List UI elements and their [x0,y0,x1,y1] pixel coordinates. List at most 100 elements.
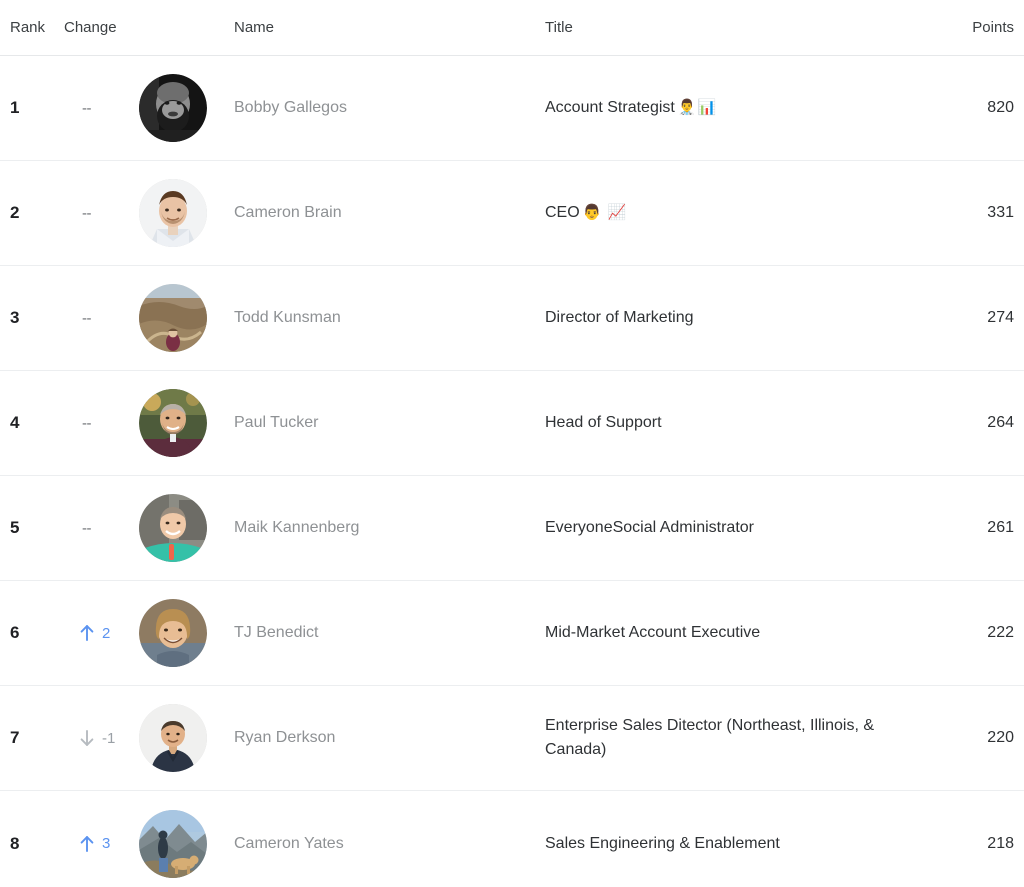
user-title: Head of Support [545,411,894,435]
column-header-change-label: Change [64,19,117,36]
rank-value: 5 [10,518,20,537]
arrow-up-glyph [80,625,94,641]
name-cell[interactable]: Cameron Brain [234,204,545,222]
rank-cell: 1 [0,98,64,118]
change-value: 2 [102,624,111,642]
avatar-cell[interactable] [138,704,234,772]
column-header-name[interactable]: Name [234,19,545,36]
avatar-cameron-brain[interactable] [139,179,207,247]
table-row[interactable]: 4 -- Paul Tucker Head of Support 264 [0,371,1024,476]
points-value: 222 [987,624,1014,641]
rank-value: 4 [10,413,20,432]
points-value: 274 [987,309,1014,326]
change-indicator-up: 3 [64,834,138,854]
title-emoji [754,519,757,536]
change-cell: 3 [64,834,138,854]
user-name: Cameron Yates [234,834,344,852]
column-header-rank[interactable]: Rank [0,19,64,36]
user-name: TJ Benedict [234,624,319,641]
user-title-text: Mid-Market Account Executive [545,624,761,641]
column-header-rank-label: Rank [10,19,46,36]
title-cell: CEO 👨 📈 [545,201,914,225]
avatar-cell[interactable] [138,74,234,142]
user-title: Director of Marketing [545,306,894,330]
table-row[interactable]: 6 2 TJ Benedict Mid-Market Account Execu… [0,581,1024,686]
points-cell: 331 [914,204,1024,222]
user-title-text: Sales Engineering & Enablement [545,834,780,852]
change-cell: -- [64,205,138,222]
change-indicator-flat: -- [64,205,138,222]
avatar-cell[interactable] [138,389,234,457]
column-header-title[interactable]: Title [545,19,914,36]
table-row[interactable]: 5 -- Maik Kannenberg EveryoneSocial Admi… [0,476,1024,581]
table-row[interactable]: 1 -- Bobby Gallegos Account Strategist 👨… [0,56,1024,161]
points-cell: 820 [914,99,1024,117]
avatar-cell[interactable] [138,284,234,352]
table-row[interactable]: 7 -1 Ryan Derkson Enterprise Sales Ditec… [0,686,1024,791]
name-cell[interactable]: Paul Tucker [234,414,545,432]
rank-value: 1 [10,98,20,117]
arrow-down-icon [78,728,96,748]
avatar-maik-kannenberg[interactable] [139,494,207,562]
title-emoji [760,624,763,641]
rank-cell: 4 [0,413,64,433]
points-cell: 220 [914,729,1024,747]
arrow-up-icon [78,834,96,854]
avatar-bobby-gallegos[interactable] [139,74,207,142]
name-cell[interactable]: Maik Kannenberg [234,519,545,537]
points-cell: 274 [914,309,1024,327]
points-cell: 261 [914,519,1024,537]
user-title: Enterprise Sales Ditector (Northeast, Il… [545,714,894,762]
rank-value: 6 [10,623,20,642]
avatar-cell[interactable] [138,179,234,247]
title-emoji [694,309,697,326]
name-cell[interactable]: Todd Kunsman [234,309,545,327]
change-cell: 2 [64,623,138,643]
table-row[interactable]: 3 -- Todd Kunsman Director of Marketing [0,266,1024,371]
avatar-cell[interactable] [138,599,234,667]
user-name: Ryan Derkson [234,729,336,746]
name-cell[interactable]: TJ Benedict [234,624,545,642]
avatar-cameron-yates[interactable] [139,809,207,878]
avatar-cell[interactable] [138,494,234,562]
change-value: -1 [102,729,116,747]
avatar-todd-kunsman[interactable] [139,284,207,352]
change-indicator-flat: -- [64,310,138,327]
name-cell[interactable]: Cameron Yates [234,835,545,853]
change-cell: -- [64,520,138,537]
user-title-text: EveryoneSocial Administrator [545,519,754,536]
rank-value: 8 [10,833,20,853]
change-value: -- [82,519,92,537]
column-header-change[interactable]: Change [64,19,138,36]
avatar-paul-tucker[interactable] [139,389,207,457]
column-header-points-label: Points [972,19,1014,36]
user-title-text: Director of Marketing [545,309,694,326]
user-title-text: CEO [545,204,580,221]
change-value: -- [82,204,92,222]
change-cell: -- [64,100,138,117]
title-emoji [662,414,665,431]
name-cell[interactable]: Bobby Gallegos [234,99,545,117]
title-cell: Head of Support [545,411,914,435]
rank-cell: 8 [0,834,64,854]
user-name: Maik Kannenberg [234,519,360,536]
change-indicator-flat: -- [64,520,138,537]
change-indicator-flat: -- [64,415,138,432]
table-row[interactable]: 8 3 Cameron Yates Sales Engineering & En… [0,791,1024,887]
points-cell: 218 [914,835,1024,853]
column-header-title-label: Title [545,19,573,36]
table-row[interactable]: 2 -- Cameron Brain CEO 👨 📈 331 [0,161,1024,266]
avatar-ryan-derkson[interactable] [139,704,207,772]
user-title: Account Strategist 👨‍⚕️📊 [545,96,894,120]
points-value: 218 [987,834,1014,852]
change-cell: -1 [64,728,138,748]
avatar-tj-benedict[interactable] [139,599,207,667]
user-title: CEO 👨 📈 [545,201,894,225]
change-value: -- [82,309,92,327]
arrow-up-glyph [80,835,94,852]
change-cell: -- [64,310,138,327]
avatar-cell[interactable] [138,809,234,878]
rank-cell: 2 [0,203,64,223]
name-cell[interactable]: Ryan Derkson [234,729,545,747]
column-header-points[interactable]: Points [914,19,1024,36]
